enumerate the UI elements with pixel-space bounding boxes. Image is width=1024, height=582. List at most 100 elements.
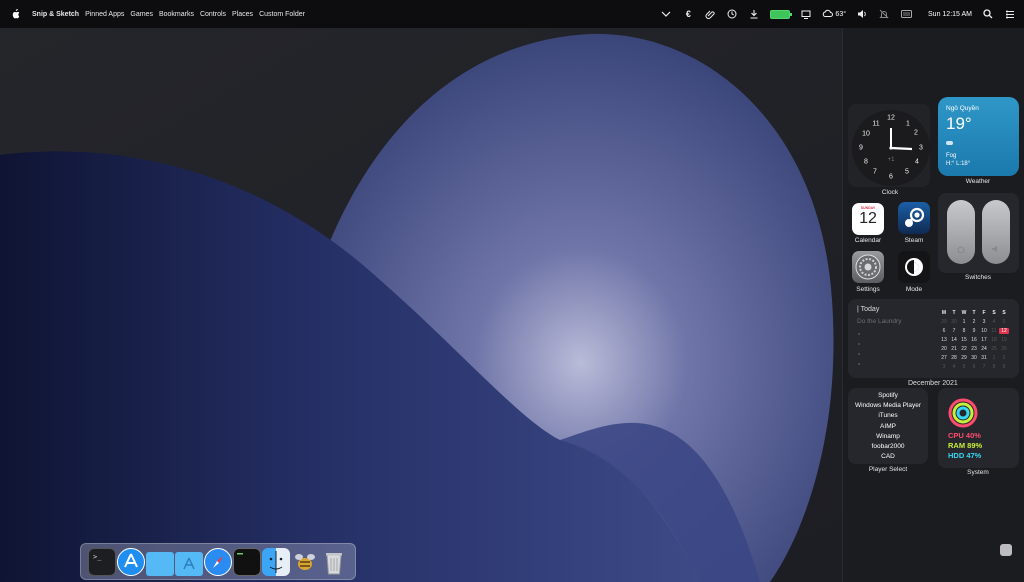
menu-bookmarks[interactable]: Bookmarks	[159, 11, 194, 18]
player-option[interactable]: foobar2000	[848, 442, 928, 452]
calendar-day-cell[interactable]: 19	[999, 337, 1009, 343]
calendar-day-cell[interactable]: 16	[969, 337, 979, 343]
player-option[interactable]: Winamp	[848, 432, 928, 442]
calendar-day-cell[interactable]: 29	[959, 355, 969, 361]
menubar-clock[interactable]: Sun 12:15 AM	[928, 11, 972, 18]
history-icon[interactable]	[726, 8, 738, 20]
clock-label: Clock	[881, 189, 899, 196]
safari-icon[interactable]	[204, 548, 232, 576]
calendar-day-cell[interactable]: 30	[969, 355, 979, 361]
search-icon[interactable]	[982, 8, 994, 20]
calendar-day-cell[interactable]: 4	[949, 364, 959, 370]
calendar-day-cell[interactable]: 27	[939, 355, 949, 361]
no-bell-icon[interactable]	[878, 8, 890, 20]
calendar-day-cell[interactable]: 1	[959, 319, 969, 325]
player-option[interactable]: Spotify	[848, 391, 928, 401]
calendar-day-cell[interactable]: 28	[949, 355, 959, 361]
calendar-day-cell[interactable]: 7	[949, 328, 959, 334]
applications-folder-icon[interactable]	[175, 552, 203, 576]
calendar-day-cell[interactable]: 26	[999, 346, 1009, 352]
euro-icon[interactable]: €	[682, 8, 694, 20]
player-option[interactable]: iTunes	[848, 411, 928, 421]
calendar-day-cell[interactable]: 3	[939, 364, 949, 370]
calendar-week-row: 6 7 8 9 10 11 12	[939, 326, 1011, 335]
terminal-dark-icon[interactable]	[233, 548, 261, 576]
settings-icon[interactable]	[852, 251, 884, 283]
calendar-today-cell[interactable]: 12	[999, 327, 1009, 334]
weather-widget[interactable]: Ngô Quyền 19° Fog H:° L:18°	[938, 97, 1019, 176]
calendar-weeks: 29 30 1 2 3 4 5 6 7 8 9 10 11 12 13 14 15 16 17 18 19 20 21 22 2…	[939, 317, 1011, 371]
terminal-icon[interactable]: >_	[88, 548, 116, 576]
calendar-icon[interactable]: SUNDAY 12	[852, 203, 884, 235]
weekday-cell: T	[972, 309, 976, 316]
paperclip-icon[interactable]	[704, 8, 716, 20]
mode-icon[interactable]	[898, 251, 930, 283]
calendar-day-cell[interactable]: 24	[979, 346, 989, 352]
ram-usage: RAM 89%	[948, 441, 983, 450]
menu-pinned-apps[interactable]: Pinned Apps	[85, 11, 124, 18]
folder-icon[interactable]	[146, 552, 174, 576]
calendar-day-cell[interactable]: 20	[939, 346, 949, 352]
calendar-day-cell[interactable]: 18	[989, 337, 999, 343]
keyboard-icon[interactable]	[900, 8, 912, 20]
calendar-app-label: Calendar	[854, 237, 882, 244]
download-icon[interactable]	[748, 8, 760, 20]
control-center-icon[interactable]	[1004, 8, 1016, 20]
calendar-day-cell[interactable]: 9	[969, 328, 979, 334]
apple-icon[interactable]	[10, 9, 20, 19]
trash-icon[interactable]	[320, 548, 348, 576]
menubar-weather[interactable]: 63°	[822, 9, 846, 19]
calendar-day-cell[interactable]: 17	[979, 337, 989, 343]
weather-high-low: H:° L:18°	[946, 161, 971, 167]
calendar-day-cell[interactable]: 22	[959, 346, 969, 352]
calendar-day-cell[interactable]: 9	[999, 364, 1009, 370]
brightness-slider[interactable]	[947, 200, 975, 264]
calendar-day-cell[interactable]: 6	[969, 364, 979, 370]
calendar-day-cell[interactable]: 5	[959, 364, 969, 370]
bee-icon[interactable]	[291, 548, 319, 576]
volume-slider[interactable]	[982, 200, 1010, 264]
player-option[interactable]: Windows Media Player	[848, 401, 928, 411]
calendar-day-cell[interactable]: 11	[989, 328, 999, 334]
clock-hands	[889, 128, 913, 151]
calendar-day-cell[interactable]: 13	[939, 337, 949, 343]
calendar-day-cell[interactable]: 8	[989, 364, 999, 370]
player-option[interactable]: CAD	[848, 452, 928, 462]
volume-icon[interactable]	[856, 8, 868, 20]
menu-games[interactable]: Games	[130, 11, 153, 18]
calendar-day-cell[interactable]: 5	[999, 319, 1009, 325]
display-icon[interactable]	[800, 8, 812, 20]
calendar-day-cell[interactable]: 2	[969, 319, 979, 325]
calendar-day-cell[interactable]: 14	[949, 337, 959, 343]
calendar-day-cell[interactable]: 1	[989, 355, 999, 361]
calendar-day-cell[interactable]: 23	[969, 346, 979, 352]
chevron-down-icon[interactable]	[660, 8, 672, 20]
calendar-day-cell[interactable]: 29	[939, 319, 949, 325]
active-app-name[interactable]: Snip & Sketch	[32, 11, 79, 18]
calendar-day-cell[interactable]: 2	[999, 355, 1009, 361]
steam-icon[interactable]	[898, 202, 930, 234]
calendar-day-cell[interactable]: 31	[979, 355, 989, 361]
panel-toggle-button[interactable]	[1000, 544, 1012, 556]
calendar-day-cell[interactable]: 10	[979, 328, 989, 334]
menu-custom-folder[interactable]: Custom Folder	[259, 11, 305, 18]
menu-controls[interactable]: Controls	[200, 11, 226, 18]
menu-places[interactable]: Places	[232, 11, 253, 18]
calendar-day-cell[interactable]: 15	[959, 337, 969, 343]
today-reminder[interactable]: Do the Laundry	[857, 318, 901, 325]
calendar-week-row: 20 21 22 23 24 25 26	[939, 344, 1011, 353]
calendar-day-cell[interactable]: 6	[939, 328, 949, 334]
calendar-day-cell[interactable]: 3	[979, 319, 989, 325]
player-option[interactable]: AIMP	[848, 422, 928, 432]
calendar-day-cell[interactable]: 30	[949, 319, 959, 325]
calendar-day-cell[interactable]: 25	[989, 346, 999, 352]
calendar-day-cell[interactable]: 7	[979, 364, 989, 370]
cloud-icon	[822, 9, 834, 19]
battery-icon[interactable]	[770, 9, 793, 19]
calendar-day-cell[interactable]: 8	[959, 328, 969, 334]
reminder-dot	[858, 363, 860, 365]
finder-icon[interactable]	[262, 548, 290, 576]
calendar-day-cell[interactable]: 21	[949, 346, 959, 352]
app-store-icon[interactable]	[117, 548, 145, 576]
calendar-day-cell[interactable]: 4	[989, 319, 999, 325]
